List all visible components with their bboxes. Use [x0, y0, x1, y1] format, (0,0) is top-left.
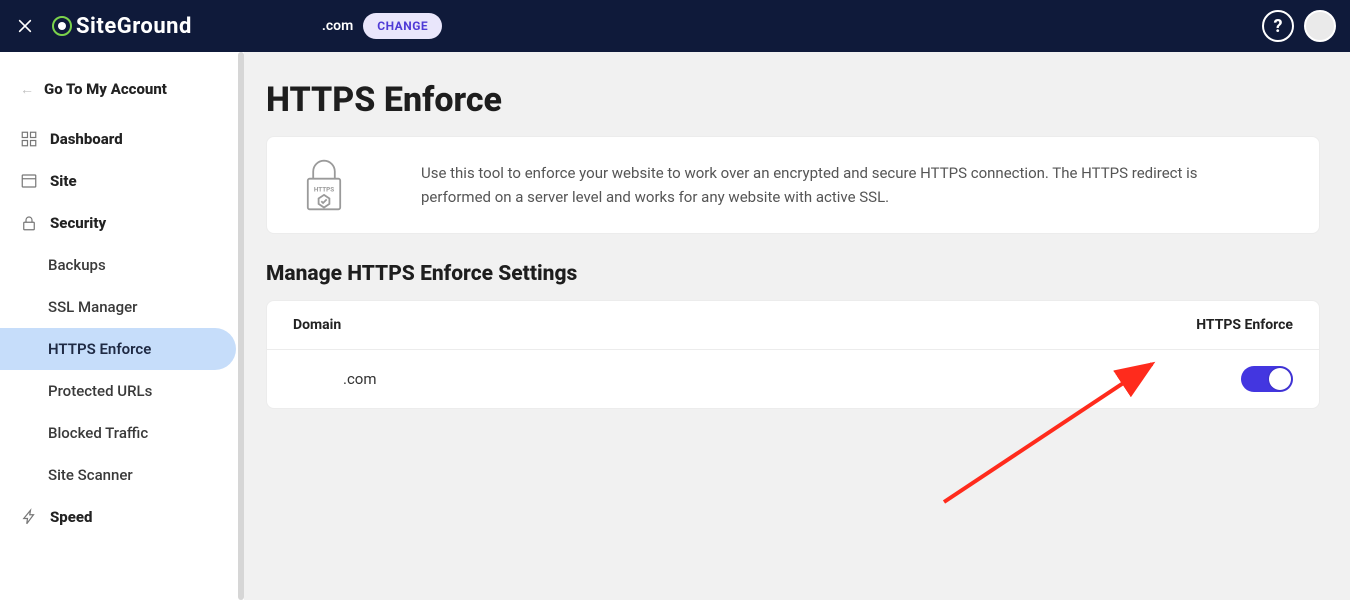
brand-text: SiteGround: [76, 14, 192, 39]
intro-card: HTTPS Use this tool to enforce your webs…: [266, 136, 1320, 234]
table-row: .com: [267, 350, 1319, 408]
https-enforce-table: Domain HTTPS Enforce .com: [266, 300, 1320, 409]
sidebar-item-label: Site: [50, 172, 77, 190]
current-domain-text: .com: [322, 18, 353, 34]
section-title: Manage HTTPS Enforce Settings: [266, 262, 1320, 286]
back-arrow-icon: ←: [20, 81, 34, 98]
intro-description: Use this tool to enforce your website to…: [421, 161, 1259, 209]
lock-icon: [20, 214, 38, 232]
sidebar: ← Go To My Account Dashboard Site Securi…: [0, 52, 244, 600]
sidebar-item-label: Security: [50, 214, 106, 232]
change-domain-button[interactable]: CHANGE: [363, 13, 442, 39]
close-icon[interactable]: [14, 15, 36, 37]
sidebar-item-security[interactable]: Security: [0, 202, 244, 244]
brand-logo[interactable]: SiteGround: [52, 14, 192, 39]
sidebar-item-speed[interactable]: Speed: [0, 496, 244, 538]
go-to-account-link[interactable]: ← Go To My Account: [0, 74, 244, 118]
column-header-domain: Domain: [293, 317, 1153, 333]
speed-icon: [20, 508, 38, 526]
sidebar-sub-ssl-manager[interactable]: SSL Manager: [0, 286, 236, 328]
sidebar-sub-backups[interactable]: Backups: [0, 244, 236, 286]
svg-text:HTTPS: HTTPS: [314, 185, 334, 193]
sidebar-sub-blocked-traffic[interactable]: Blocked Traffic: [0, 412, 236, 454]
sidebar-item-label: Dashboard: [50, 130, 123, 148]
row-domain-text: .com: [293, 370, 1153, 388]
column-header-toggle: HTTPS Enforce: [1153, 317, 1293, 333]
sidebar-sub-protected-urls[interactable]: Protected URLs: [0, 370, 236, 412]
https-enforce-toggle[interactable]: [1241, 366, 1293, 392]
sidebar-item-dashboard[interactable]: Dashboard: [0, 118, 244, 160]
sidebar-sub-https-enforce[interactable]: HTTPS Enforce: [0, 328, 236, 370]
table-header: Domain HTTPS Enforce: [267, 301, 1319, 350]
help-icon[interactable]: ?: [1262, 10, 1294, 42]
page-title: HTTPS Enforce: [266, 80, 1320, 120]
go-to-account-label: Go To My Account: [44, 80, 167, 98]
sidebar-item-label: Speed: [50, 508, 92, 526]
current-domain: .com CHANGE: [322, 13, 442, 39]
main-content: HTTPS Enforce HTTPS Use this tool to enf…: [244, 52, 1350, 600]
avatar[interactable]: [1304, 10, 1336, 42]
https-lock-icon: HTTPS: [297, 155, 351, 215]
top-bar: SiteGround .com CHANGE ?: [0, 0, 1350, 52]
dashboard-icon: [20, 130, 38, 148]
brand-eye-icon: [52, 16, 72, 36]
sidebar-item-site[interactable]: Site: [0, 160, 244, 202]
sidebar-sub-site-scanner[interactable]: Site Scanner: [0, 454, 236, 496]
site-icon: [20, 172, 38, 190]
